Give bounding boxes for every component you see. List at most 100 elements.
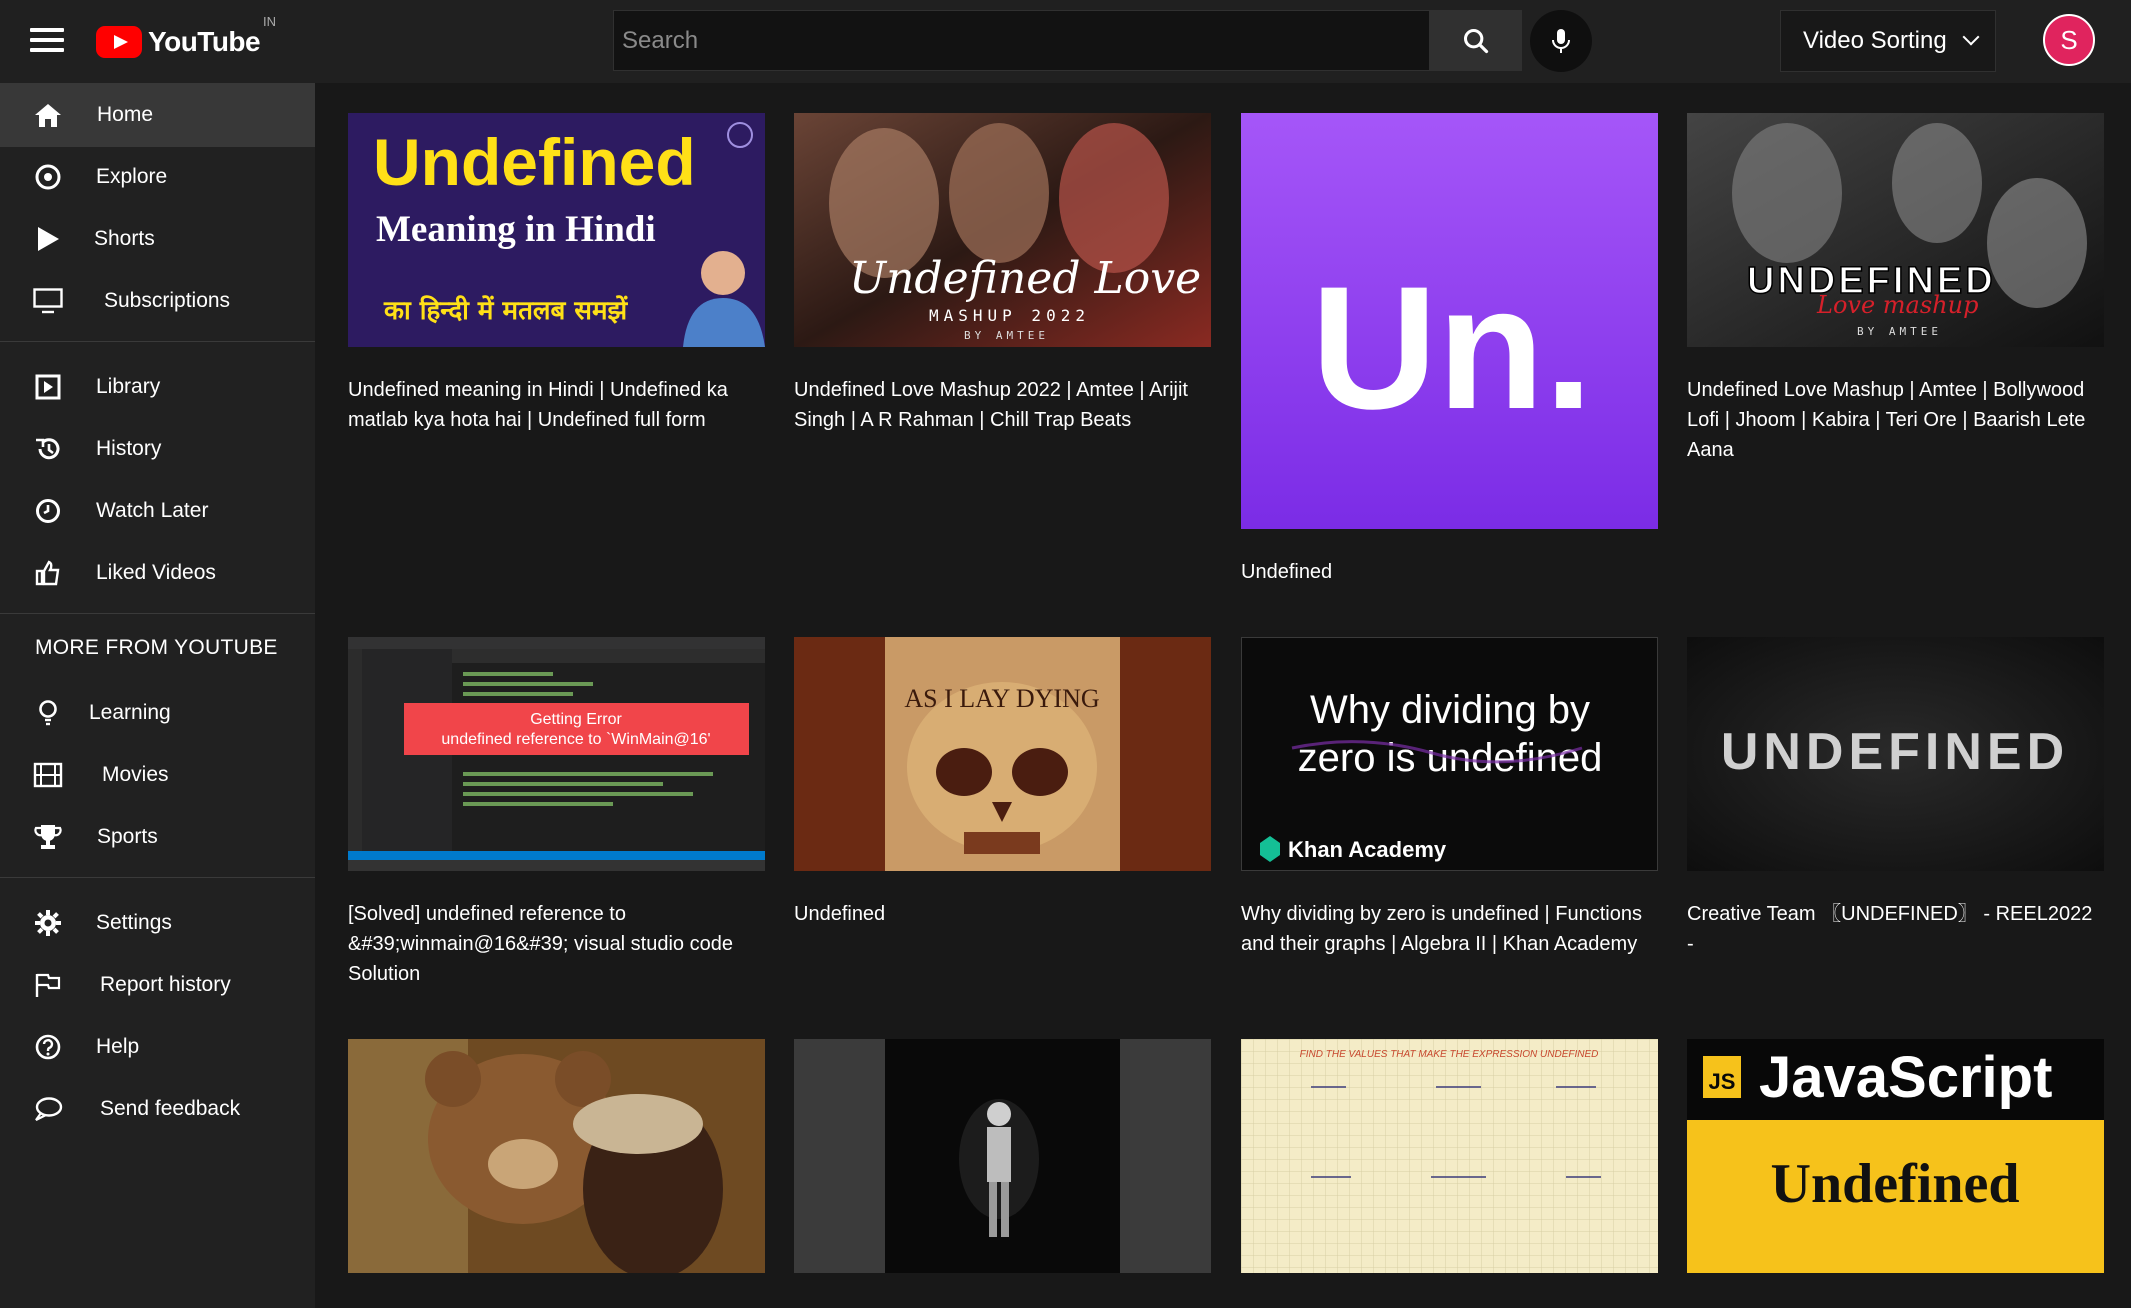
video-title[interactable]: Why dividing by zero is undefined | Func… (1241, 899, 1658, 959)
video-card[interactable]: UNDEFINED Love mashup BY AMTEE Undefined… (1687, 113, 2104, 465)
user-avatar[interactable]: S (2043, 14, 2095, 66)
skull-eye (936, 748, 992, 796)
video-thumbnail[interactable]: FIND THE VALUES THAT MAKE THE EXPRESSION… (1241, 1039, 1658, 1273)
video-card[interactable]: FIND THE VALUES THAT MAKE THE EXPRESSION… (1241, 1039, 1658, 1273)
video-title[interactable]: Undefined Love Mashup 2022 | Amtee | Ari… (794, 375, 1211, 435)
video-card[interactable]: Undefined Meaning in Hindi का हिन्दी में… (348, 113, 765, 435)
video-card[interactable]: Undefined Love MASHUP 2022 BY AMTEE Unde… (794, 113, 1211, 435)
video-thumbnail[interactable]: Un. (1241, 113, 1658, 529)
sidebar-divider (0, 877, 315, 878)
video-title[interactable]: Undefined meaning in Hindi | Undefined k… (348, 375, 765, 435)
search-icon (1463, 28, 1489, 53)
sidebar-item-settings[interactable]: Settings (0, 891, 315, 955)
presenter-face (701, 251, 745, 295)
thumb-band-text: AS I LAY DYING (904, 684, 1099, 713)
sidebar-item-sports[interactable]: Sports (0, 805, 315, 869)
sidebar-divider (0, 341, 315, 342)
video-thumbnail[interactable]: UNDEFINED Love mashup BY AMTEE (1687, 113, 2104, 347)
sidebar-item-movies[interactable]: Movies (0, 743, 315, 807)
youtube-play-icon (96, 26, 142, 58)
thumb-subtitle-text: Love mashup (1816, 291, 1978, 319)
sidebar-item-subscriptions[interactable]: Subscriptions (0, 269, 315, 333)
sidebar-item-liked-videos[interactable]: Liked Videos (0, 541, 315, 605)
sidebar-item-explore[interactable]: Explore (0, 145, 315, 209)
monitor-icon (32, 285, 64, 317)
sidebar-item-help[interactable]: Help (0, 1015, 315, 1079)
video-title[interactable]: [Solved] undefined reference to &#39;win… (348, 899, 765, 989)
search-button[interactable] (1430, 10, 1522, 71)
thumb-by-text: BY AMTEE (1857, 325, 1942, 338)
video-title[interactable]: Undefined Love Mashup | Amtee | Bollywoo… (1687, 375, 2104, 465)
video-title[interactable]: Creative Team 〖UNDEFINED〗 - REEL2022 - (1687, 899, 2104, 959)
person-shape (1059, 123, 1169, 273)
thumb-title-text: Why dividing by (1310, 688, 1590, 732)
video-thumbnail[interactable]: Getting Error undefined reference to `Wi… (348, 637, 765, 871)
video-sorting-label: Video Sorting (1803, 27, 1947, 54)
top-header: YouTube IN Video Sorting S (0, 0, 2131, 83)
sidebar-item-label: Settings (96, 911, 172, 934)
video-thumbnail[interactable]: JS JavaScript Undefined (1687, 1039, 2104, 1273)
sidebar-item-watch-later[interactable]: Watch Later (0, 479, 315, 543)
sidebar-item-label: Watch Later (96, 499, 209, 522)
search-box (613, 10, 1430, 71)
sidebar-item-label: Send feedback (100, 1097, 241, 1120)
feedback-icon (32, 1093, 64, 1125)
video-title[interactable]: Undefined (1241, 557, 1658, 587)
lightbulb-icon (32, 697, 64, 729)
video-card[interactable] (794, 1039, 1211, 1273)
video-thumbnail[interactable] (348, 1039, 765, 1273)
video-sorting-dropdown[interactable]: Video Sorting (1780, 10, 1996, 72)
video-card[interactable]: JS JavaScript Undefined (1687, 1039, 2104, 1273)
video-thumbnail[interactable]: AS I LAY DYING (794, 637, 1211, 871)
gear-icon (32, 907, 64, 939)
sidebar-item-label: Learning (89, 701, 171, 724)
library-icon (32, 371, 64, 403)
thumb-subtitle-text: Undefined (1771, 1153, 2020, 1215)
video-card[interactable]: AS I LAY DYING Undefined (794, 637, 1211, 929)
sidebar: Home Explore Shorts Subscriptions Librar… (0, 83, 315, 1308)
video-thumbnail[interactable]: UNDEFINED (1687, 637, 2104, 871)
voice-search-button[interactable] (1530, 10, 1592, 72)
sidebar-item-label: Shorts (94, 227, 155, 250)
thumb-title-text: JavaScript (1759, 1045, 2052, 1110)
video-thumbnail[interactable] (794, 1039, 1211, 1273)
sidebar-item-label: History (96, 437, 162, 460)
youtube-logo[interactable]: YouTube (96, 24, 261, 60)
hamburger-menu-icon[interactable] (30, 28, 64, 56)
sidebar-item-label: Report history (100, 973, 231, 996)
trophy-icon (32, 821, 64, 853)
sidebar-item-learning[interactable]: Learning (0, 681, 315, 745)
sidebar-item-label: Movies (102, 763, 169, 786)
compass-icon (32, 161, 64, 193)
video-card[interactable]: UNDEFINED Creative Team 〖UNDEFINED〗 - RE… (1687, 637, 2104, 959)
video-card[interactable]: Getting Error undefined reference to `Wi… (348, 637, 765, 989)
film-icon (32, 759, 64, 791)
skull-eye (1012, 748, 1068, 796)
sidebar-item-label: Library (96, 375, 161, 398)
sidebar-item-label: Subscriptions (104, 289, 231, 312)
video-card[interactable]: Why dividing by zero is undefined Khan A… (1241, 637, 1658, 959)
video-title[interactable]: Undefined (794, 899, 1211, 929)
video-thumbnail[interactable]: Undefined Meaning in Hindi का हिन्दी में… (348, 113, 765, 347)
sidebar-item-shorts[interactable]: Shorts (0, 207, 315, 271)
video-thumbnail[interactable]: Why dividing by zero is undefined Khan A… (1241, 637, 1658, 871)
person-shape (1732, 123, 1842, 263)
sidebar-item-send-feedback[interactable]: Send feedback (0, 1077, 315, 1141)
home-icon (32, 99, 64, 131)
sidebar-item-library[interactable]: Library (0, 355, 315, 419)
logo-text: YouTube (148, 26, 261, 57)
history-icon (32, 433, 64, 465)
sidebar-item-home[interactable]: Home (0, 83, 315, 147)
search-input[interactable] (614, 11, 1429, 70)
thumb-hindi-text: का हिन्दी में मतलब समझें (383, 295, 629, 326)
video-card[interactable]: Un. Undefined (1241, 113, 1658, 587)
help-icon (32, 1031, 64, 1063)
thumb-title-text: Undefined Love (849, 253, 1201, 304)
region-code: IN (263, 14, 276, 29)
thumb-heading-text: FIND THE VALUES THAT MAKE THE EXPRESSION… (1300, 1049, 1599, 1060)
video-thumbnail[interactable]: Undefined Love MASHUP 2022 BY AMTEE (794, 113, 1211, 347)
sidebar-item-history[interactable]: History (0, 417, 315, 481)
video-card[interactable] (348, 1039, 765, 1273)
sidebar-item-report-history[interactable]: Report history (0, 953, 315, 1017)
sidebar-item-label: Home (97, 103, 154, 126)
